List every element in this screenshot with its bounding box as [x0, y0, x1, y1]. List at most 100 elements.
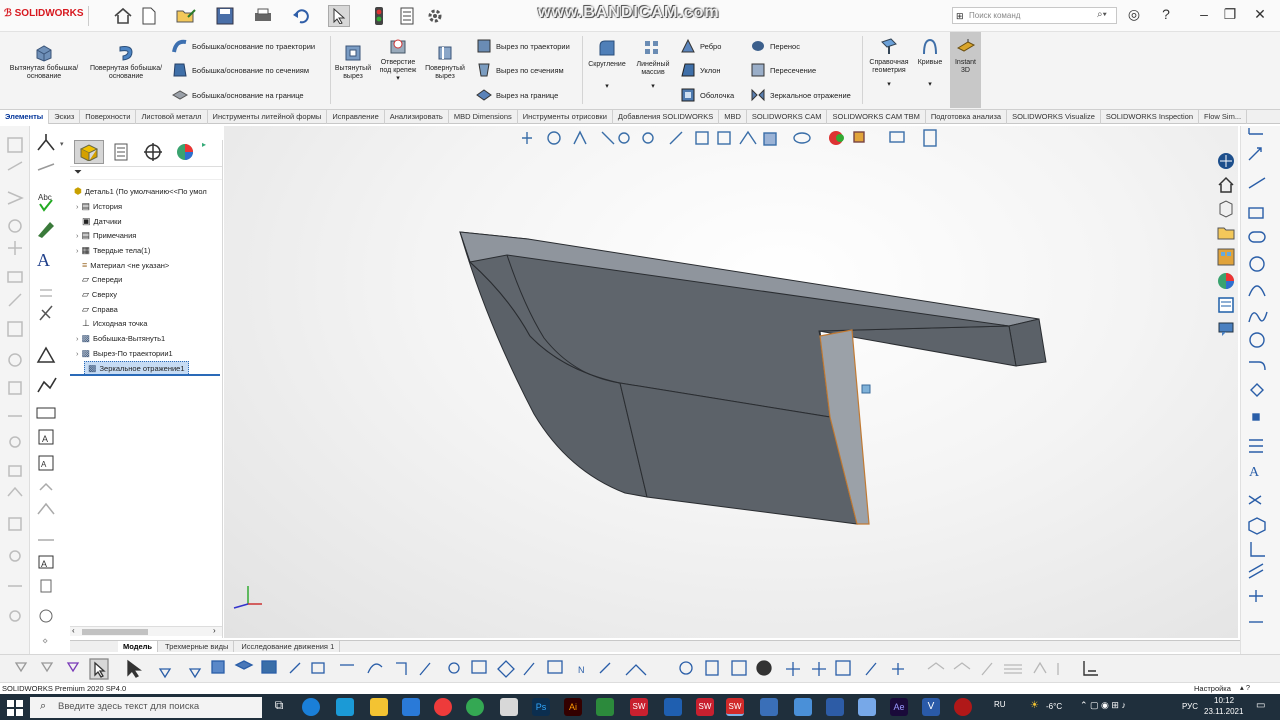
fillet-button[interactable]: Скругление ▾ — [586, 38, 628, 91]
shell-button[interactable]: Оболочка — [680, 87, 734, 103]
design-library-icon[interactable] — [1214, 198, 1238, 220]
scroll-left-icon[interactable]: ‹ — [72, 626, 75, 635]
corel-icon[interactable] — [596, 698, 614, 716]
file-explorer-taskbar-icon[interactable] — [370, 698, 388, 716]
minimize-icon[interactable]: – — [1194, 6, 1214, 26]
save-icon[interactable] — [214, 5, 236, 27]
dropdown-arrow-icon[interactable]: ▾ — [914, 81, 946, 89]
dropdown-arrow-icon[interactable]: ▾ — [866, 81, 912, 89]
home-icon[interactable] — [112, 5, 134, 27]
tab-motion-study[interactable]: Исследование движения 1 — [236, 641, 341, 652]
displaymanager-tab-icon[interactable] — [170, 140, 200, 164]
configurationmanager-tab-icon[interactable] — [138, 140, 168, 164]
mail-icon[interactable] — [402, 698, 420, 716]
expand-arrow-icon[interactable]: › — [76, 246, 79, 255]
tab-sketch[interactable]: Эскиз — [49, 110, 81, 124]
open-icon[interactable] — [175, 5, 197, 27]
tray-icons[interactable]: ⌃ ▢ ◉ ⊞ ♪ — [1080, 700, 1126, 711]
solidworks-logo[interactable]: ℬ SOLIDWORKS — [4, 8, 84, 19]
revolved-boss-button[interactable]: Повернутая бобышка/основание — [86, 42, 166, 81]
tab-3d-views[interactable]: Трехмерные виды — [160, 641, 235, 652]
tree-item-material[interactable]: ≡ Материал <не указан> — [82, 260, 169, 270]
forum-icon[interactable] — [1214, 318, 1238, 340]
revolved-cut-button[interactable]: Повернутый вырез — [422, 42, 468, 81]
boundary-boss-button[interactable]: Бобышка/основание на границе — [172, 87, 304, 103]
search-magnifier-icon[interactable]: ⌕▾ — [1097, 9, 1107, 20]
tab-sheet-metal[interactable]: Листовой металл — [136, 110, 208, 124]
chrome-icon[interactable] — [466, 698, 484, 716]
scroll-thumb[interactable] — [82, 629, 148, 635]
tab-addins[interactable]: Добавления SOLIDWORKS — [613, 110, 720, 124]
app-icon-2[interactable] — [760, 698, 778, 716]
tab-inspection[interactable]: SOLIDWORKS Inspection — [1101, 110, 1200, 124]
hole-wizard-button[interactable]: Отверстие под крепеж ▾ — [376, 36, 420, 83]
tree-item-right-plane[interactable]: ▱ Справа — [82, 304, 118, 315]
customize-status[interactable]: Настройка — [1194, 684, 1231, 693]
restore-icon[interactable]: ❐ — [1220, 6, 1240, 26]
task-view-icon[interactable]: ⧉ — [270, 698, 288, 716]
status-dropdown-icon[interactable]: ▴ ? — [1240, 683, 1250, 692]
dropdown-arrow-icon[interactable]: ▾ — [586, 83, 628, 91]
tree-item-annotations[interactable]: › ▤ Примечания — [76, 230, 136, 241]
app-icon-3[interactable] — [794, 698, 812, 716]
tree-item-sensors[interactable]: ▣ Датчики — [82, 216, 122, 227]
part-model[interactable] — [224, 126, 1238, 638]
tab-repair[interactable]: Исправление — [327, 110, 385, 124]
command-search-input[interactable]: Поиск команд — [952, 7, 1117, 24]
tab-model[interactable]: Модель — [118, 641, 159, 652]
app-store-icon[interactable] — [336, 698, 354, 716]
select-pointer-icon[interactable] — [328, 5, 350, 27]
mirror-button[interactable]: Зеркальное отражение — [750, 87, 851, 103]
expand-tabs-icon[interactable]: ▸ — [202, 140, 212, 164]
app-icon-5[interactable] — [858, 698, 876, 716]
tab-cam[interactable]: SOLIDWORKS CAM — [747, 110, 828, 124]
file-properties-icon[interactable] — [396, 5, 418, 27]
expand-arrow-icon[interactable]: › — [76, 202, 79, 211]
photoshop-icon[interactable]: Ps — [532, 698, 550, 716]
keyboard-layout[interactable]: РУС — [1182, 702, 1198, 711]
lofted-boss-button[interactable]: Бобышка/основание по сечениям — [172, 62, 309, 78]
tab-features[interactable]: Элементы — [0, 110, 50, 124]
filter-icon[interactable]: ⏷ — [70, 167, 82, 178]
intersect-button[interactable]: Пересечение — [750, 62, 816, 78]
clock-time[interactable]: 10:12 — [1214, 696, 1234, 705]
tab-mold-tools[interactable]: Инструменты литейной формы — [208, 110, 328, 124]
tab-mbd[interactable]: MBD — [719, 110, 747, 124]
tree-item-origin[interactable]: ⊥ Исходная точка — [82, 318, 147, 329]
yandex-browser-icon[interactable] — [434, 698, 452, 716]
tab-mbd-dimensions[interactable]: MBD Dimensions — [449, 110, 518, 124]
tab-sketch-ink[interactable]: Инструменты отрисовки — [518, 110, 613, 124]
tab-cam-tbm[interactable]: SOLIDWORKS CAM TBM — [827, 110, 926, 124]
tree-root[interactable]: ⬢ Деталь1 (По умолчанию<<По умол — [74, 186, 207, 197]
appearances-icon[interactable] — [1214, 270, 1238, 292]
tree-item-top-plane[interactable]: ▱ Сверху — [82, 289, 117, 300]
dropdown-arrow-icon[interactable]: ▾ — [376, 75, 420, 83]
close-icon[interactable]: ✕ — [1250, 6, 1270, 26]
windows-start-icon[interactable] — [7, 700, 23, 716]
reference-geometry-button[interactable]: Справочная геометрия ▾ — [866, 36, 912, 89]
solidworks-app-icon[interactable]: SW — [696, 698, 714, 716]
tree-item-front-plane[interactable]: ▱ Спереди — [82, 274, 122, 285]
tab-simulation-prep[interactable]: Подготовка анализа — [926, 110, 1008, 124]
bandicam-icon[interactable] — [954, 698, 972, 716]
solidworks-2019-icon[interactable]: SW — [630, 698, 648, 716]
search-scope-icon[interactable]: ⊞ — [956, 11, 964, 22]
word-icon[interactable] — [664, 698, 682, 716]
new-document-icon[interactable] — [138, 5, 160, 27]
tree-hscrollbar[interactable]: ‹ › — [70, 626, 222, 636]
solidworks-2020-active-icon[interactable]: SW — [726, 698, 744, 716]
dropdown-arrow-icon[interactable]: ▾ — [632, 83, 674, 91]
illustrator-icon[interactable]: Ai — [564, 698, 582, 716]
propertymanager-tab-icon[interactable] — [106, 140, 136, 164]
graphics-area[interactable] — [224, 126, 1238, 638]
notifications-icon[interactable]: ▭ — [1256, 700, 1265, 711]
visio-icon[interactable]: V — [922, 698, 940, 716]
linear-pattern-button[interactable]: Линейный массив ▾ — [632, 38, 674, 91]
tree-item-solid-bodies[interactable]: › ▦ Твердые тела(1) — [76, 245, 150, 256]
tree-item-boss-extrude[interactable]: › ▩ Бобышка-Вытянуть1 — [76, 333, 165, 344]
extruded-boss-button[interactable]: Вытянутая бобышка/основание — [6, 42, 82, 81]
extruded-cut-button[interactable]: Вытянутый вырез — [334, 42, 372, 81]
custom-properties-icon[interactable] — [1214, 294, 1238, 316]
swept-boss-button[interactable]: Бобышка/основание по траектории — [172, 38, 315, 54]
curves-button[interactable]: Кривые ▾ — [914, 36, 946, 89]
